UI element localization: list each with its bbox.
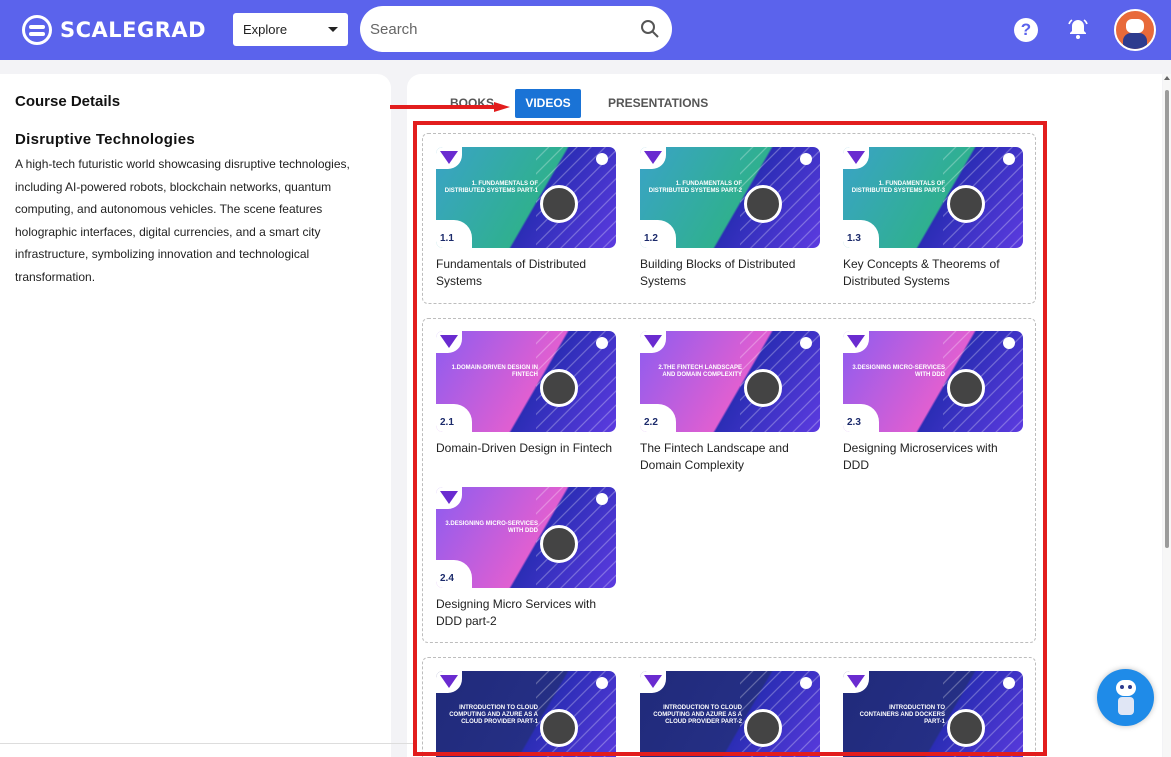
logo-icon: [22, 15, 52, 45]
divider: [0, 743, 413, 744]
caret-down-icon: [328, 27, 338, 32]
help-icon[interactable]: ?: [1014, 18, 1038, 42]
robot-body: [1118, 697, 1134, 715]
search-bar[interactable]: [360, 6, 672, 52]
user-avatar[interactable]: [1114, 9, 1156, 51]
robot-eye: [1128, 685, 1132, 689]
robot-eye: [1120, 685, 1124, 689]
highlight-box: [413, 121, 1047, 756]
robot-icon: [1116, 680, 1136, 696]
tab-presentations[interactable]: PRESENTATIONS: [608, 89, 708, 118]
explore-dropdown[interactable]: Explore: [233, 13, 348, 46]
scalegrad-logo[interactable]: SCALEGRAD: [22, 14, 206, 46]
top-navigation-bar: SCALEGRAD Explore ?: [0, 0, 1171, 60]
brand-name: SCALEGRAD: [60, 18, 207, 42]
scrollbar-thumb[interactable]: [1165, 90, 1169, 548]
explore-label: Explore: [243, 22, 288, 37]
search-input[interactable]: [370, 20, 638, 38]
red-arrow-icon: [390, 102, 510, 112]
course-description: A high-tech futuristic world showcasing …: [15, 157, 350, 284]
tab-videos[interactable]: VIDEOS: [515, 89, 581, 118]
search-icon[interactable]: [638, 17, 662, 41]
avatar-body: [1123, 33, 1147, 49]
course-title: Disruptive Technologies: [15, 131, 195, 148]
chatbot-button[interactable]: [1097, 669, 1154, 726]
notification-bell-icon[interactable]: [1066, 17, 1090, 41]
scroll-up-arrow-icon[interactable]: [1164, 76, 1170, 80]
scrollbar[interactable]: [1163, 74, 1171, 757]
course-details-heading: Course Details: [15, 93, 121, 110]
course-details-panel: Course Details Disruptive Technologies A…: [0, 74, 391, 757]
avatar-face: [1126, 19, 1144, 33]
